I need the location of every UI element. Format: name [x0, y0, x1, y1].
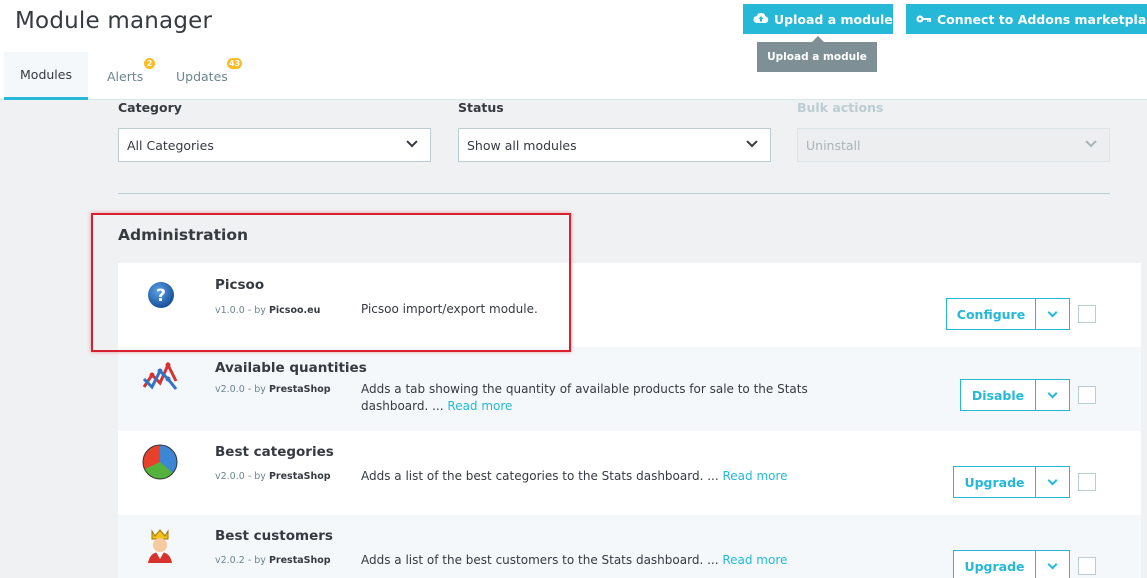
upload-module-button[interactable]: Upload a module	[743, 4, 893, 34]
category-section-title: Administration	[118, 226, 249, 244]
module-actions-dropdown[interactable]	[1036, 379, 1070, 411]
tab-label: Updates	[176, 68, 228, 84]
category-select[interactable]: All Categories	[118, 128, 431, 162]
module-select-checkbox[interactable]	[1078, 305, 1096, 323]
connect-addons-button[interactable]: Connect to Addons marketplace	[906, 4, 1147, 34]
upload-tooltip: Upload a module	[757, 36, 877, 72]
bulk-actions-label: Bulk actions	[797, 100, 884, 115]
tab-modules[interactable]: Modules	[4, 52, 88, 100]
line-chart-icon	[140, 357, 180, 397]
bulk-actions-value: Uninstall	[806, 137, 861, 153]
chevron-down-icon	[1047, 307, 1058, 318]
read-more-link[interactable]: Read more	[447, 399, 512, 413]
module-version: v2.0.0 - by PrestaShop	[215, 384, 331, 395]
module-description: Adds a list of the best categories to th…	[361, 469, 788, 483]
category-select-value: All Categories	[127, 137, 214, 153]
chevron-down-icon	[406, 136, 418, 148]
svg-text:?: ?	[156, 286, 166, 306]
cloud-upload-icon	[753, 11, 769, 28]
page-header: Module manager Upload a module Connect t…	[0, 0, 1147, 100]
category-filter-label: Category	[118, 100, 182, 115]
module-description: Adds a tab showing the quantity of avail…	[361, 382, 808, 413]
chevron-down-icon	[1047, 559, 1058, 570]
filters-divider	[118, 193, 1110, 194]
read-more-link[interactable]: Read more	[722, 469, 787, 483]
module-name: Best categories	[215, 444, 334, 460]
status-filter-label: Status	[458, 100, 504, 115]
bulk-actions-select: Uninstall	[797, 128, 1110, 162]
tab-label: Modules	[20, 67, 72, 82]
alerts-count-badge: 2	[144, 58, 155, 69]
chevron-down-icon	[1047, 388, 1058, 399]
module-version: v1.0.0 - by Picsoo.eu	[215, 305, 321, 316]
tab-label: Alerts	[107, 68, 144, 84]
module-action-group: Upgrade	[953, 550, 1070, 578]
module-name: Picsoo	[215, 277, 265, 293]
module-action-group: Configure	[946, 298, 1070, 330]
tab-updates[interactable]: Updates 43	[176, 52, 243, 100]
module-select-checkbox[interactable]	[1078, 386, 1096, 404]
module-row-best-customers: Best customers v2.0.2 - by PrestaShop Ad…	[118, 515, 1141, 578]
status-select-value: Show all modules	[467, 137, 577, 153]
page-title: Module manager	[15, 8, 213, 34]
module-version: v2.0.2 - by PrestaShop	[215, 555, 331, 566]
king-icon	[140, 525, 180, 565]
read-more-link[interactable]: Read more	[722, 553, 787, 567]
module-select-checkbox[interactable]	[1078, 557, 1096, 575]
connect-addons-label: Connect to Addons marketplace	[937, 11, 1147, 27]
upload-module-label: Upload a module	[774, 11, 893, 27]
module-version: v2.0.0 - by PrestaShop	[215, 471, 331, 482]
module-description: Picsoo import/export module.	[361, 302, 538, 316]
chevron-down-icon	[746, 136, 758, 148]
status-select[interactable]: Show all modules	[458, 128, 771, 162]
module-action-group: Upgrade	[953, 466, 1070, 498]
question-icon: ?	[146, 280, 176, 310]
upgrade-button[interactable]: Upgrade	[953, 466, 1036, 498]
upgrade-button[interactable]: Upgrade	[953, 550, 1036, 578]
pie-chart-icon	[140, 442, 180, 482]
module-row-best-categories: Best categories v2.0.0 - by PrestaShop A…	[118, 431, 1141, 515]
module-actions-dropdown[interactable]	[1036, 466, 1070, 498]
module-row-available-quantities: Available quantities v2.0.0 - by PrestaS…	[118, 347, 1141, 431]
configure-button[interactable]: Configure	[946, 298, 1036, 330]
module-actions-dropdown[interactable]	[1036, 550, 1070, 578]
key-icon	[916, 12, 932, 27]
module-action-group: Disable	[960, 379, 1070, 411]
chevron-down-icon	[1047, 475, 1058, 486]
disable-button[interactable]: Disable	[960, 379, 1036, 411]
module-select-checkbox[interactable]	[1078, 473, 1096, 491]
module-actions-dropdown[interactable]	[1036, 298, 1070, 330]
module-row-picsoo: ? Picsoo v1.0.0 - by Picsoo.eu Picsoo im…	[118, 263, 1141, 347]
module-name: Best customers	[215, 528, 333, 544]
chevron-down-icon	[1085, 136, 1097, 148]
updates-count-badge: 43	[227, 58, 243, 69]
tab-alerts[interactable]: Alerts 2	[107, 52, 155, 100]
module-name: Available quantities	[215, 360, 367, 376]
module-description: Adds a list of the best customers to the…	[361, 553, 788, 567]
